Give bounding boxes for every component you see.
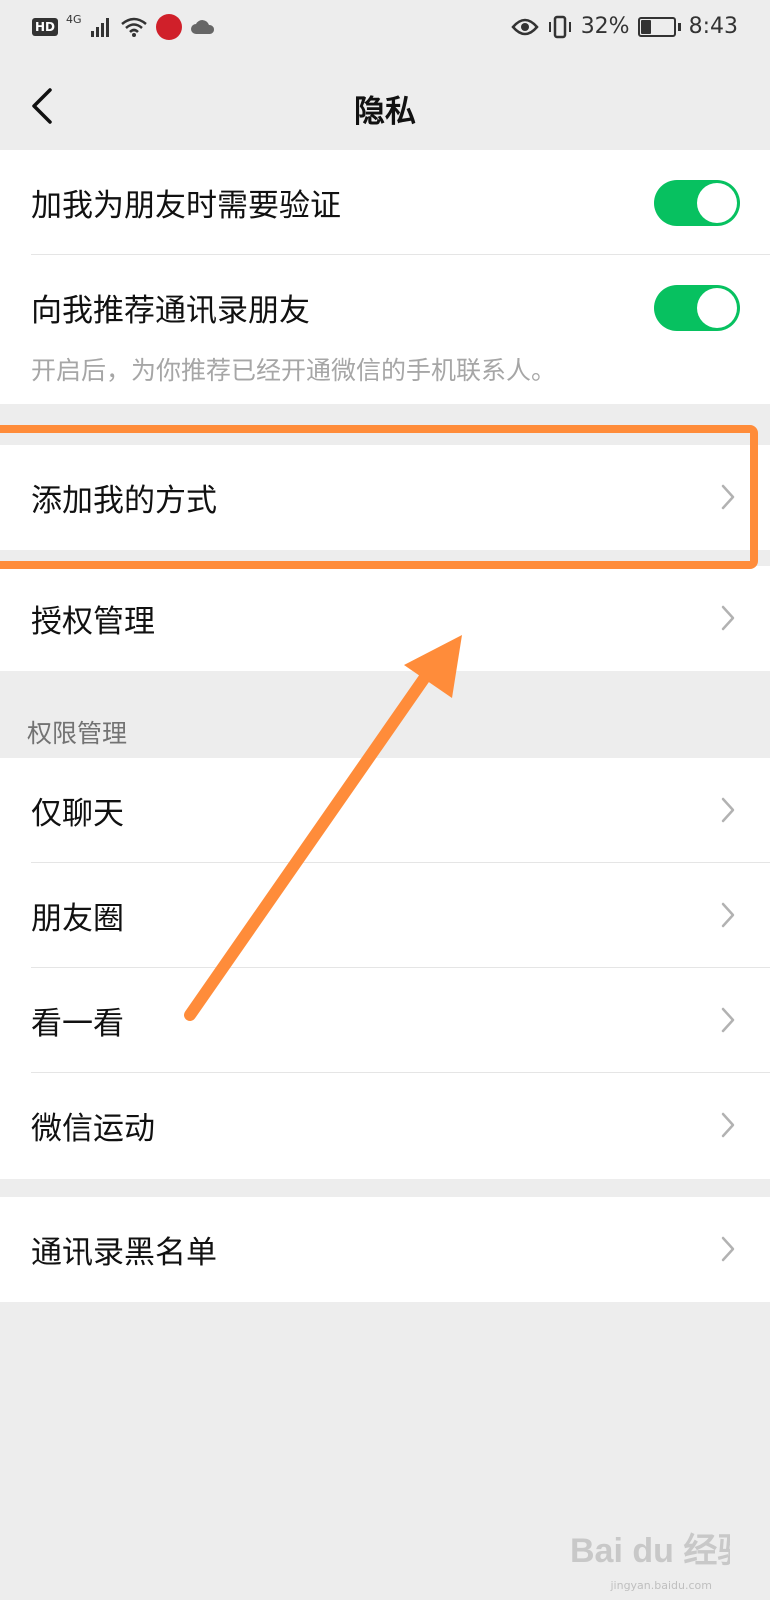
chevron-right-icon: [721, 605, 735, 631]
item-label: 仅聊天: [31, 796, 124, 832]
section-title: 权限管理: [27, 719, 128, 748]
recommend-label: 向我推荐通讯录朋友: [31, 293, 310, 329]
app-notification-icon: [155, 14, 182, 40]
blacklist-group: 通讯录黑名单: [0, 1197, 770, 1302]
item-label: 朋友圈: [31, 901, 124, 937]
item-label: 微信运动: [31, 1111, 155, 1147]
status-left: HD 4G: [32, 12, 216, 40]
hd-badge: HD: [32, 18, 59, 36]
watermark-sub: jingyan.baidu.com: [610, 1579, 712, 1592]
battery-fill: [640, 19, 651, 34]
eye-icon: [511, 18, 539, 35]
vibrate-icon: [548, 15, 571, 38]
signal-icon: [90, 18, 109, 37]
list-item[interactable]: 朋友圈: [0, 863, 770, 968]
battery-tip: [677, 22, 681, 31]
page-title: 隐私: [354, 94, 416, 130]
nav-bar: 隐私: [0, 62, 770, 150]
permissions-group: 仅聊天 朋友圈 看一看 微信运动: [0, 758, 770, 1179]
friend-verify-group: 加我为朋友时需要验证 向我推荐通讯录朋友 开启后，为你推荐已经开通微信的手机联系…: [0, 150, 770, 404]
add-me-row[interactable]: 添加我的方式: [0, 445, 770, 550]
chevron-right-icon: [721, 902, 735, 928]
authorization-label: 授权管理: [31, 604, 155, 640]
chevron-right-icon: [721, 1007, 735, 1033]
list-item[interactable]: 看一看: [0, 968, 770, 1073]
network-type: 4G: [66, 12, 82, 26]
add-me-label: 添加我的方式: [31, 483, 217, 519]
blacklist-label: 通讯录黑名单: [31, 1235, 217, 1271]
item-label: 看一看: [31, 1006, 124, 1042]
recommend-toggle[interactable]: [654, 285, 740, 331]
chevron-right-icon: [721, 484, 735, 510]
chevron-right-icon: [721, 1236, 735, 1262]
recommend-row: 向我推荐通讯录朋友: [0, 255, 770, 360]
verify-label: 加我为朋友时需要验证: [31, 188, 341, 224]
list-item[interactable]: 仅聊天: [0, 758, 770, 863]
chevron-right-icon: [721, 797, 735, 823]
authorization-row[interactable]: 授权管理: [0, 566, 770, 671]
status-right: 32% 8:43: [511, 14, 738, 39]
verify-row: 加我为朋友时需要验证: [0, 150, 770, 255]
group-gap: [0, 550, 770, 566]
status-bar: HD 4G 32% 8:43: [0, 0, 770, 62]
battery-percent: 32%: [580, 14, 630, 39]
recommend-hint: 开启后，为你推荐已经开通微信的手机联系人。: [31, 356, 557, 385]
clock: 8:43: [688, 14, 738, 39]
list-item[interactable]: 微信运动: [0, 1073, 770, 1178]
verify-toggle[interactable]: [654, 180, 740, 226]
add-method-group: 添加我的方式 授权管理: [0, 445, 770, 671]
blacklist-row[interactable]: 通讯录黑名单: [0, 1197, 770, 1302]
watermark-text: Bai du 经验: [570, 1531, 730, 1570]
battery-icon: [637, 16, 676, 37]
toggle-knob: [697, 288, 737, 328]
chevron-right-icon: [721, 1112, 735, 1138]
baidu-watermark: Bai du 经验 jingyan.baidu.com: [570, 1522, 751, 1592]
paw-logo-icon: Bai du 经验: [570, 1531, 751, 1570]
toggle-knob: [697, 183, 737, 223]
wifi-icon: [120, 17, 147, 37]
cloud-icon: [190, 20, 214, 34]
